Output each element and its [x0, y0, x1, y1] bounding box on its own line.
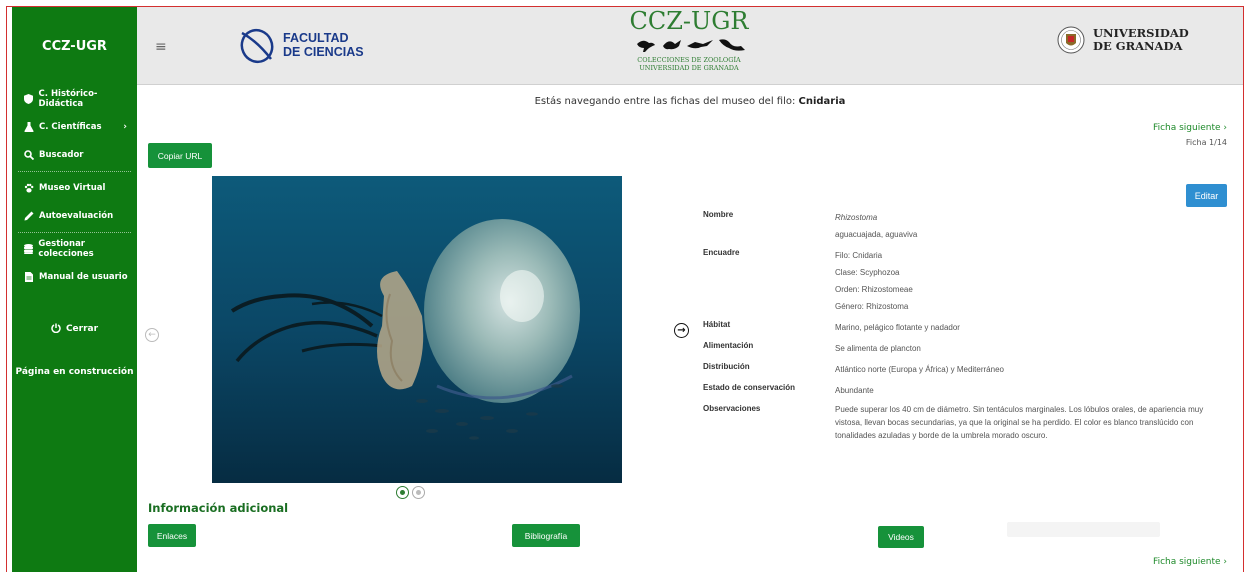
- sidebar-item-label: Buscador: [39, 150, 84, 160]
- chevron-right-icon: ›: [123, 122, 127, 132]
- videos-button[interactable]: Videos: [878, 526, 924, 548]
- sidebar-item-buscador[interactable]: Buscador: [12, 141, 137, 169]
- sidebar-item-manual-usuario[interactable]: Manual de usuario: [12, 263, 137, 291]
- faculty-logo[interactable]: FACULTAD DE CIENCIAS: [237, 25, 364, 65]
- ugr-logo[interactable]: UNIVERSIDAD DE GRANADA: [1057, 25, 1189, 55]
- sidebar-item-label: Manual de usuario: [39, 272, 128, 282]
- chevron-right-icon: ›: [1223, 123, 1227, 133]
- detail-label: Nombre: [703, 210, 734, 219]
- ccz-logo[interactable]: CCZ-UGR COLECCIONES DE ZOOLOGÍA UNIVERSI…: [599, 9, 779, 72]
- sidebar-divider: [18, 232, 131, 233]
- faculty-emblem-icon: [240, 28, 274, 64]
- specimen-details: Nombre Rhizostoma aguacuajada, aguaviva …: [703, 209, 1223, 446]
- detail-row-distribucion: Distribución Atlántico norte (Europa y Á…: [703, 361, 1223, 378]
- shield-icon: [24, 94, 34, 104]
- sidebar-brand[interactable]: CCZ-UGR: [12, 7, 137, 85]
- record-counter: Ficha 1/14: [1185, 138, 1227, 147]
- copy-url-button[interactable]: Copiar URL: [148, 143, 212, 168]
- sidebar-divider: [18, 171, 131, 172]
- animal-silhouettes-icon: [637, 39, 745, 52]
- detail-row-observaciones: Observaciones Puede superar los 40 cm de…: [703, 403, 1223, 442]
- detail-value: Se alimenta de plancton: [835, 344, 921, 353]
- detail-label: Encuadre: [703, 248, 740, 257]
- faculty-line2: DE CIENCIAS: [283, 45, 364, 59]
- sidebar: CCZ-UGR C. Histórico-Didáctica C. Cientí…: [12, 7, 137, 572]
- bibliography-button[interactable]: Bibliografía: [512, 524, 580, 547]
- sidebar-item-gestionar-colecciones[interactable]: Gestionar colecciones: [12, 235, 137, 263]
- taxon-filo: Filo: Cnidaria: [835, 251, 883, 260]
- chevron-right-icon: ›: [1223, 557, 1227, 567]
- main-content: Estás navegando entre las fichas del mus…: [137, 85, 1243, 572]
- search-icon: [24, 150, 34, 160]
- sidebar-item-museo-virtual[interactable]: Museo Virtual: [12, 174, 137, 202]
- faculty-line1: FACULTAD: [283, 31, 349, 45]
- sidebar-item-label: Autoevaluación: [39, 211, 114, 221]
- detail-label: Hábitat: [703, 320, 731, 329]
- close-session-button[interactable]: Cerrar: [12, 315, 137, 343]
- ccz-subtitle-2: UNIVERSIDAD DE GRANADA: [639, 64, 739, 72]
- sidebar-item-autoevaluacion[interactable]: Autoevaluación: [12, 202, 137, 230]
- header: ≡ FACULTAD DE CIENCIAS CCZ-UGR COLECCION…: [137, 7, 1243, 85]
- sidebar-item-historico-didactica[interactable]: C. Histórico-Didáctica: [12, 85, 137, 113]
- taxon-genero: Género: Rhizostoma: [835, 302, 909, 311]
- next-arrow-icon[interactable]: →: [674, 323, 689, 338]
- browsing-prefix: Estás navegando entre las fichas del mus…: [534, 96, 799, 107]
- ugr-seal-icon: [1057, 26, 1085, 54]
- prev-arrow-icon[interactable]: ←: [145, 328, 159, 342]
- faded-search-field: [1007, 522, 1160, 537]
- specimen-photo: [212, 176, 622, 483]
- detail-label: Alimentación: [703, 341, 754, 350]
- ugr-line2: DE GRANADA: [1093, 39, 1183, 53]
- flask-icon: [24, 122, 34, 132]
- carousel-dot-1[interactable]: [396, 486, 409, 499]
- next-record-label: Ficha siguiente: [1153, 557, 1221, 567]
- additional-info-title: Información adicional: [148, 501, 289, 515]
- common-name: aguacuajada, aguaviva: [835, 230, 918, 239]
- detail-row-nombre: Nombre Rhizostoma aguacuajada, aguaviva: [703, 209, 1223, 243]
- detail-value: Atlántico norte (Europa y África) y Medi…: [835, 365, 1004, 374]
- sidebar-item-cientificas[interactable]: C. Científicas ›: [12, 113, 137, 141]
- detail-value: Puede superar los 40 cm de diámetro. Sin…: [835, 405, 1204, 440]
- browsing-notice: Estás navegando entre las fichas del mus…: [137, 96, 1243, 107]
- sidebar-item-label: C. Científicas: [39, 122, 102, 132]
- carousel-dot-2[interactable]: [412, 486, 425, 499]
- sidebar-item-label: Gestionar colecciones: [38, 239, 94, 259]
- ccz-subtitle-1: COLECCIONES DE ZOOLOGÍA: [637, 56, 741, 64]
- construction-notice: Página en construcción: [15, 367, 134, 377]
- detail-value: Abundante: [835, 386, 874, 395]
- next-record-link-bottom[interactable]: Ficha siguiente ›: [1153, 557, 1227, 567]
- detail-value: Marino, pelágico flotante y nadador: [835, 323, 960, 332]
- taxon-clase: Clase: Scyphozoa: [835, 268, 900, 277]
- detail-label: Estado de conservación: [703, 383, 796, 392]
- paw-icon: [24, 183, 34, 193]
- detail-row-alimentacion: Alimentación Se alimenta de plancton: [703, 340, 1223, 357]
- scientific-name: Rhizostoma: [835, 213, 878, 222]
- ccz-title: CCZ-UGR: [629, 7, 749, 35]
- browsing-phylum: Cnidaria: [798, 96, 846, 107]
- sidebar-item-label: C. Histórico-Didáctica: [38, 89, 98, 109]
- detail-row-encuadre: Encuadre Filo: Cnidaria Clase: Scyphozoa…: [703, 247, 1223, 315]
- book-icon: [24, 272, 34, 282]
- power-icon: [51, 323, 61, 336]
- detail-row-conservacion: Estado de conservación Abundante: [703, 382, 1223, 399]
- edit-button[interactable]: Editar: [1186, 184, 1227, 207]
- next-record-link-top[interactable]: Ficha siguiente ›: [1153, 123, 1227, 133]
- carousel-indicators: [396, 486, 425, 499]
- taxon-orden: Orden: Rhizostomeae: [835, 285, 913, 294]
- sidebar-item-label: Museo Virtual: [39, 183, 106, 193]
- links-button[interactable]: Enlaces: [148, 524, 196, 547]
- hamburger-menu-icon[interactable]: ≡: [155, 39, 167, 55]
- detail-row-habitat: Hábitat Marino, pelágico flotante y nada…: [703, 319, 1223, 336]
- close-session-label: Cerrar: [65, 324, 99, 334]
- detail-label: Distribución: [703, 362, 750, 371]
- detail-label: Observaciones: [703, 404, 761, 413]
- database-icon: [24, 244, 34, 254]
- pencil-icon: [24, 211, 34, 221]
- next-record-label: Ficha siguiente: [1153, 123, 1221, 133]
